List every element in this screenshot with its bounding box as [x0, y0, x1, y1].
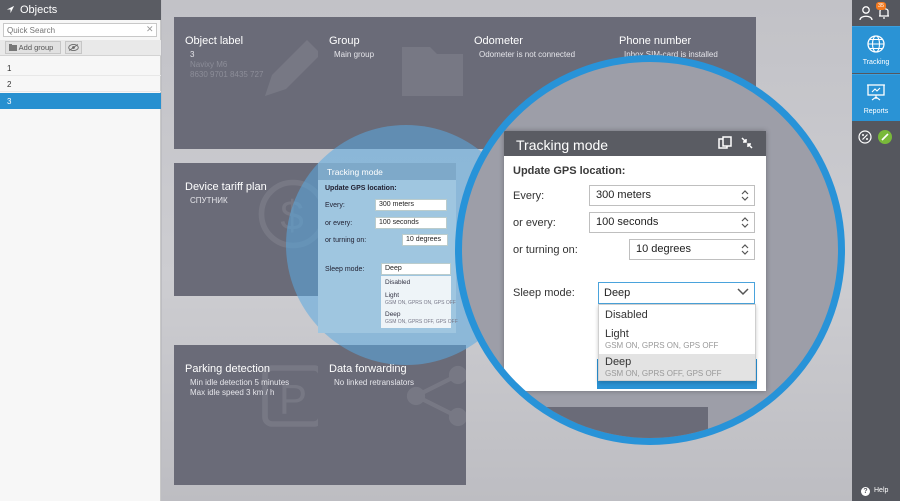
share-icon: [406, 365, 466, 427]
distance-interval-input[interactable]: 300 meters: [589, 185, 755, 206]
dialog-title: Tracking mode: [516, 137, 609, 153]
visibility-toggle-button[interactable]: [65, 41, 82, 54]
globe-icon: [867, 35, 885, 53]
add-group-button[interactable]: Add group: [5, 41, 61, 54]
object-list-item-selected[interactable]: 3: [0, 93, 161, 109]
status-icon[interactable]: [878, 130, 892, 144]
tracking-mode-card-title: Tracking mode: [318, 163, 456, 180]
nav-tracking-label: Tracking: [862, 59, 890, 66]
sleep-mode-label: Sleep mode:: [513, 287, 575, 299]
magnifier-zoom: Tracking mode Update GPS location: Every…: [455, 55, 845, 445]
folder-plus-icon: [9, 44, 17, 51]
folder-icon: [402, 47, 466, 96]
time-interval-input[interactable]: 100 seconds: [589, 212, 755, 233]
nav-reports-label: Reports: [863, 108, 889, 115]
user-icon[interactable]: [858, 5, 874, 21]
option-disabled[interactable]: Disabled: [599, 307, 755, 327]
stepper-icon[interactable]: [741, 216, 749, 229]
eye-icon: [68, 44, 79, 51]
update-gps-location-heading: Update GPS location:: [513, 165, 626, 177]
tracking-mode-card[interactable]: Tracking mode Update GPS location: Every…: [318, 163, 458, 333]
data-forwarding-card[interactable]: Data forwarding No linked retranslators: [318, 345, 466, 485]
object-list-item[interactable]: 1: [0, 60, 161, 76]
stepper-icon[interactable]: [741, 189, 749, 202]
option-light[interactable]: Light GSM ON, GPRS ON, GPS OFF: [599, 327, 755, 353]
quick-search-input[interactable]: [3, 23, 157, 37]
help-label[interactable]: Help: [874, 487, 888, 494]
add-group-label: Add group: [18, 43, 54, 52]
pencil-icon: [265, 40, 321, 96]
object-label-card[interactable]: Object label 3 Navixy M6 8630 9701 8435 72…: [174, 17, 322, 149]
link-icon: [881, 133, 889, 141]
sleep-mode-select[interactable]: Deep: [598, 282, 755, 304]
copy-icon[interactable]: [718, 136, 732, 150]
presentation-icon: [867, 84, 885, 101]
chevron-down-icon[interactable]: [737, 287, 749, 297]
percent-icon[interactable]: [858, 130, 872, 144]
stepper-icon[interactable]: [741, 243, 749, 256]
objects-panel-header: Objects: [0, 0, 161, 20]
navigation-arrow-icon: [6, 5, 15, 14]
object-list-item[interactable]: 2: [0, 76, 161, 92]
or-every-label: or every:: [513, 217, 556, 229]
option-deep-selected[interactable]: Deep GSM ON, GPRS OFF, GPS OFF: [599, 354, 755, 380]
objects-title: Objects: [20, 4, 58, 16]
parking-detection-card[interactable]: P Parking detection Min idle detection 5…: [174, 345, 322, 485]
object-label-details: 3 Navixy M6 8630 9701 8435 727: [190, 50, 264, 79]
turning-angle-input[interactable]: 10 degrees: [629, 239, 755, 260]
notification-badge: 35: [876, 2, 886, 10]
every-label: Every:: [513, 190, 545, 202]
clear-search-icon[interactable]: ✕: [146, 24, 154, 35]
help-icon[interactable]: ?: [861, 487, 870, 496]
turning-label: or turning on:: [513, 244, 578, 256]
collapse-icon[interactable]: [740, 136, 754, 150]
